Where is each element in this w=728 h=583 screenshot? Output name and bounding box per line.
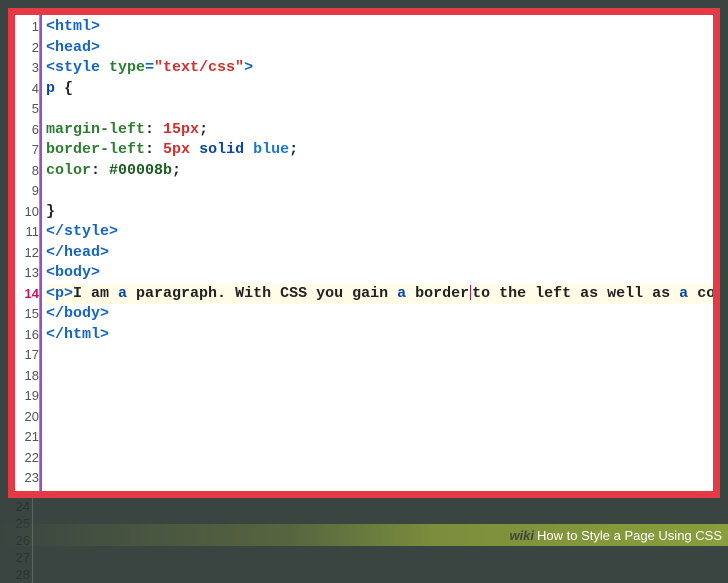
code-token xyxy=(244,141,253,158)
code-token: <html> xyxy=(46,18,100,35)
line-number: 23 xyxy=(15,468,39,489)
line-number: 18 xyxy=(15,366,39,387)
code-token: margin-left xyxy=(46,121,145,138)
code-token: color xyxy=(46,162,91,179)
code-line[interactable] xyxy=(46,468,713,489)
code-line[interactable] xyxy=(46,181,713,202)
line-number: 11 xyxy=(15,222,39,243)
code-token: ; xyxy=(199,121,208,138)
code-token: p xyxy=(46,80,55,97)
code-token: a xyxy=(118,285,127,302)
code-token: <body> xyxy=(46,264,100,281)
line-number: 21 xyxy=(15,427,39,448)
code-line[interactable]: color: #00008b; xyxy=(46,161,713,182)
code-token: #00008b xyxy=(109,162,172,179)
code-token: : xyxy=(145,121,163,138)
code-line[interactable]: </style> xyxy=(46,222,713,243)
code-token: type xyxy=(109,59,145,76)
code-token: border xyxy=(406,285,469,302)
line-number: 15 xyxy=(15,304,39,325)
line-number: 13 xyxy=(15,263,39,284)
code-token: </head> xyxy=(46,244,109,261)
code-token: to the left as well as xyxy=(472,285,679,302)
code-line[interactable] xyxy=(46,448,713,469)
code-token: 15px xyxy=(163,121,199,138)
code-line[interactable]: margin-left: 15px; xyxy=(46,120,713,141)
code-token: : xyxy=(145,141,163,158)
code-token: ; xyxy=(172,162,181,179)
code-line[interactable]: </head> xyxy=(46,243,713,264)
wiki-brand: wiki xyxy=(509,528,534,543)
code-token: 5px xyxy=(163,141,190,158)
code-token: </body> xyxy=(46,305,109,322)
line-number: 7 xyxy=(15,140,39,161)
code-token: <head> xyxy=(46,39,100,56)
code-token: </style> xyxy=(46,223,118,240)
code-line[interactable] xyxy=(46,427,713,448)
editor-highlight-frame: 1234567891011121314151617181920212223 <h… xyxy=(8,8,720,498)
code-token: </html> xyxy=(46,326,109,343)
code-line[interactable] xyxy=(46,366,713,387)
line-number: 2 xyxy=(15,38,39,59)
code-token: ; xyxy=(289,141,298,158)
code-token: : xyxy=(91,162,109,179)
line-number: 9 xyxy=(15,181,39,202)
code-line[interactable]: } xyxy=(46,202,713,223)
code-token: } xyxy=(46,203,55,220)
line-number: 6 xyxy=(15,120,39,141)
code-token: color change. xyxy=(688,285,713,302)
code-line[interactable]: <body> xyxy=(46,263,713,284)
line-number: 22 xyxy=(15,448,39,469)
code-token: <p> xyxy=(46,285,73,302)
code-token: border-left xyxy=(46,141,145,158)
line-number: 3 xyxy=(15,58,39,79)
line-number: 16 xyxy=(15,325,39,346)
code-line[interactable]: border-left: 5px solid blue; xyxy=(46,140,713,161)
line-number: 1 xyxy=(15,17,39,38)
code-token: "text/css" xyxy=(154,59,244,76)
line-number: 17 xyxy=(15,345,39,366)
line-number-gutter: 1234567891011121314151617181920212223 xyxy=(15,15,40,491)
code-token: a xyxy=(397,285,406,302)
code-token: = xyxy=(145,59,154,76)
line-number: 19 xyxy=(15,386,39,407)
code-token: paragraph. With CSS you gain xyxy=(127,285,397,302)
code-token xyxy=(190,141,199,158)
code-token: <style xyxy=(46,59,109,76)
code-token: I am xyxy=(73,285,118,302)
line-number: 28 xyxy=(8,566,30,583)
line-number: 14 xyxy=(15,284,39,305)
code-line[interactable] xyxy=(46,407,713,428)
text-cursor xyxy=(470,285,471,300)
code-line[interactable] xyxy=(46,386,713,407)
code-line[interactable]: <style type="text/css"> xyxy=(46,58,713,79)
code-line[interactable]: </html> xyxy=(46,325,713,346)
line-number: 20 xyxy=(15,407,39,428)
line-number: 27 xyxy=(8,549,30,566)
code-token: solid xyxy=(199,141,244,158)
code-editor[interactable]: <html><head><style type="text/css">p { m… xyxy=(40,15,713,491)
caption-text: How to Style a Page Using CSS xyxy=(537,528,722,543)
code-line[interactable]: <html> xyxy=(46,17,713,38)
code-line[interactable] xyxy=(46,345,713,366)
line-number: 10 xyxy=(15,202,39,223)
line-number: 5 xyxy=(15,99,39,120)
code-line[interactable]: p { xyxy=(46,79,713,100)
code-line[interactable]: </body> xyxy=(46,304,713,325)
caption-bar: wiki How to Style a Page Using CSS xyxy=(0,524,728,546)
code-token: a xyxy=(679,285,688,302)
line-number: 12 xyxy=(15,243,39,264)
code-line[interactable] xyxy=(46,99,713,120)
code-line[interactable]: <head> xyxy=(46,38,713,59)
code-line[interactable]: <p>I am a paragraph. With CSS you gain a… xyxy=(46,284,713,305)
code-token: { xyxy=(55,80,73,97)
code-token: > xyxy=(244,59,253,76)
line-number: 4 xyxy=(15,79,39,100)
code-token: blue xyxy=(253,141,289,158)
line-number: 24 xyxy=(8,498,30,515)
line-number: 8 xyxy=(15,161,39,182)
